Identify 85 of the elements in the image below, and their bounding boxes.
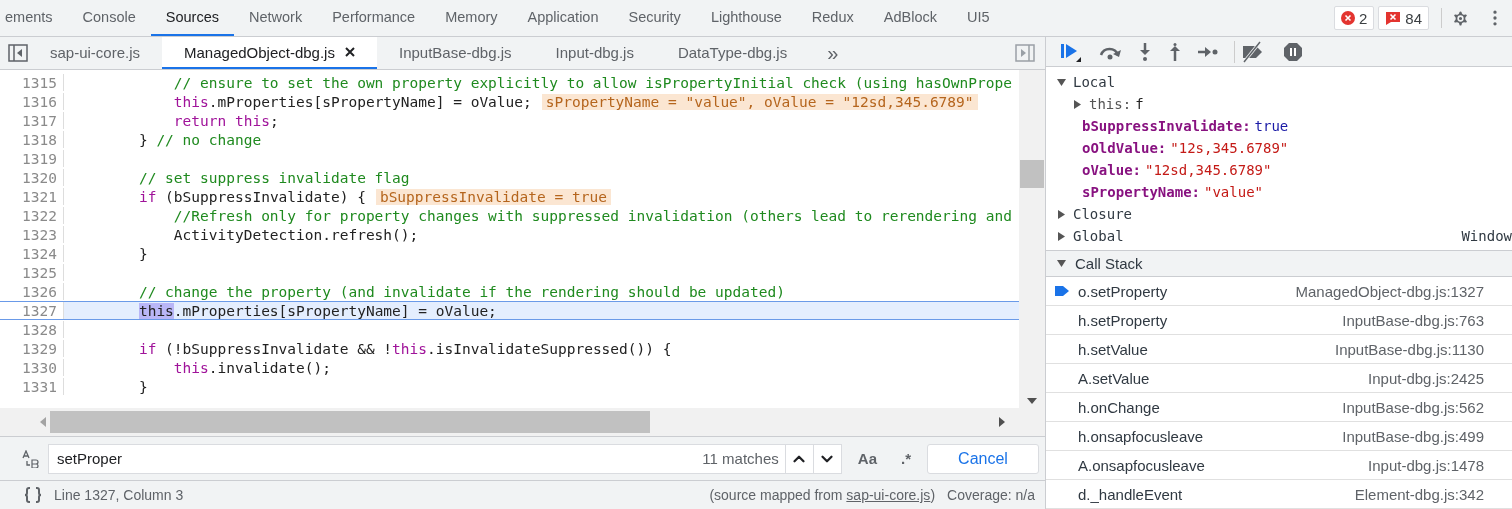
panel-tab[interactable]: Application <box>512 0 614 36</box>
expand-triangle-icon[interactable] <box>1073 99 1082 109</box>
code-line: return this; <box>172 112 279 129</box>
scroll-down-icon[interactable] <box>1027 398 1037 404</box>
more-tabs-button[interactable]: » <box>809 37 857 69</box>
panel-tab[interactable]: Security <box>613 0 696 36</box>
braces-icon[interactable] <box>24 487 42 503</box>
step-out-icon[interactable] <box>1168 42 1182 61</box>
scope-name[interactable]: Global <box>1073 228 1124 245</box>
code-line: this.mProperties[sPropertyName] = oValue; <box>172 93 532 110</box>
panel-tab[interactable]: Lighthouse <box>695 0 797 36</box>
code-line: if (bSuppressInvalidate) { <box>137 188 366 205</box>
scope-name[interactable]: Closure <box>1073 206 1132 223</box>
close-icon[interactable] <box>344 47 355 57</box>
scrollbar-thumb[interactable] <box>1020 160 1044 188</box>
coverage-info: Coverage: n/a <box>947 487 1035 503</box>
file-tab[interactable]: Input-dbg.js <box>533 37 656 69</box>
code-line: this.mProperties[sPropertyName] = oValue; <box>137 302 497 319</box>
scope-value: Window <box>1461 228 1512 245</box>
sidebar-toggle-icon[interactable] <box>8 44 28 62</box>
code-line: // set suppress invalidate flag <box>137 169 410 186</box>
collapse-triangle-icon[interactable] <box>1057 77 1066 87</box>
variable-value: f <box>1135 96 1144 113</box>
panel-tab[interactable]: Performance <box>317 0 431 36</box>
replace-toggle-icon[interactable] <box>20 449 40 468</box>
variable-name: this: <box>1089 96 1132 113</box>
variable-name: oOldValue: <box>1082 140 1167 157</box>
cancel-button[interactable]: Cancel <box>927 443 1039 474</box>
code-line: //Refresh only for property changes with suppressed invalidation (others lead to rerendering and <box>172 207 1012 224</box>
counter-value: 2 <box>1358 9 1368 27</box>
scrollbar-thumb[interactable] <box>50 411 650 433</box>
debugger-toggle-icon[interactable] <box>1015 44 1035 62</box>
panel-tab[interactable]: UI5 <box>951 0 1005 36</box>
panel-tab[interactable]: Redux <box>796 0 869 36</box>
resume-icon[interactable] <box>1060 41 1082 62</box>
variable-name: sPropertyName: <box>1082 184 1200 201</box>
code-line: this.invalidate(); <box>172 359 331 376</box>
code-line: if (!bSuppressInvalidate && !this.isInvalidateSuppressed()) { <box>137 340 672 357</box>
vertical-scrollbar[interactable] <box>1019 70 1045 408</box>
panel-tab[interactable]: ements <box>0 0 68 36</box>
line-number[interactable]: 1327 <box>0 302 64 319</box>
inline-value: bSuppressInvalidate = true <box>375 188 611 205</box>
code-line: } <box>137 245 148 262</box>
panel-tab[interactable]: Network <box>233 0 318 36</box>
variable-value: "12sd,345.6789" <box>1145 162 1272 179</box>
scroll-right-icon[interactable] <box>999 417 1005 427</box>
flag-icon <box>1385 11 1402 25</box>
match-count: 11 matches <box>702 450 780 467</box>
expand-triangle-icon[interactable] <box>1057 209 1066 219</box>
file-tab[interactable]: sap-ui-core.js <box>28 37 163 69</box>
search-field[interactable]: setProper 11 matches <box>48 443 842 474</box>
code-line: // ensure to set the own property explicitly to allow isPropertyInitial check (using hasOwnPrope <box>172 74 1012 91</box>
match-case-button[interactable]: Aa <box>849 450 885 467</box>
scope-name[interactable]: Local <box>1073 74 1116 91</box>
panel-tab[interactable]: Memory <box>430 0 513 36</box>
variable-value: "value" <box>1204 184 1264 201</box>
code-line: ActivityDetection.refresh(); <box>172 226 419 243</box>
code-line: } <box>137 378 148 395</box>
variable-value: true <box>1254 118 1289 135</box>
expand-triangle-icon[interactable] <box>1057 231 1066 241</box>
code-line: } // no change <box>137 131 262 148</box>
step-into-icon[interactable] <box>1138 42 1152 61</box>
file-tab[interactable]: ManagedObject-dbg.js <box>162 37 377 69</box>
file-tab[interactable]: InputBase-dbg.js <box>376 37 534 69</box>
panel-tab[interactable]: Console <box>67 0 151 36</box>
regex-button[interactable]: .* <box>893 450 919 467</box>
cursor-position: Line 1327, Column 3 <box>54 487 184 503</box>
error-icon <box>1340 11 1355 25</box>
variable-name: oValue: <box>1082 162 1141 179</box>
issue-counter[interactable]: 2 <box>1333 6 1375 30</box>
counter-value: 84 <box>1405 9 1422 27</box>
source-map-info: (source mapped from sap-ui-core.js) <box>709 487 936 503</box>
inline-value: sPropertyName = "value", oValue = "12sd,345.6789" <box>541 93 978 110</box>
panel-tab[interactable]: AdBlock <box>868 0 952 36</box>
variable-name: bSuppressInvalidate: <box>1082 118 1251 135</box>
file-tab[interactable]: DataType-dbg.js <box>655 37 810 69</box>
issue-counter[interactable]: 84 <box>1378 6 1429 30</box>
step-icon[interactable] <box>1198 45 1218 58</box>
collapse-triangle-icon[interactable] <box>1057 259 1066 269</box>
search-input[interactable]: setProper <box>55 449 703 468</box>
pause-on-exceptions-icon[interactable] <box>1283 41 1303 62</box>
section-title[interactable]: Call Stack <box>1075 255 1143 273</box>
code-line: // change the property (and invalidate if the rendering should be updated) <box>137 283 785 300</box>
source-link[interactable]: sap-ui-core.js <box>846 487 931 503</box>
variable-value: "12s,345.6789" <box>1170 140 1289 157</box>
